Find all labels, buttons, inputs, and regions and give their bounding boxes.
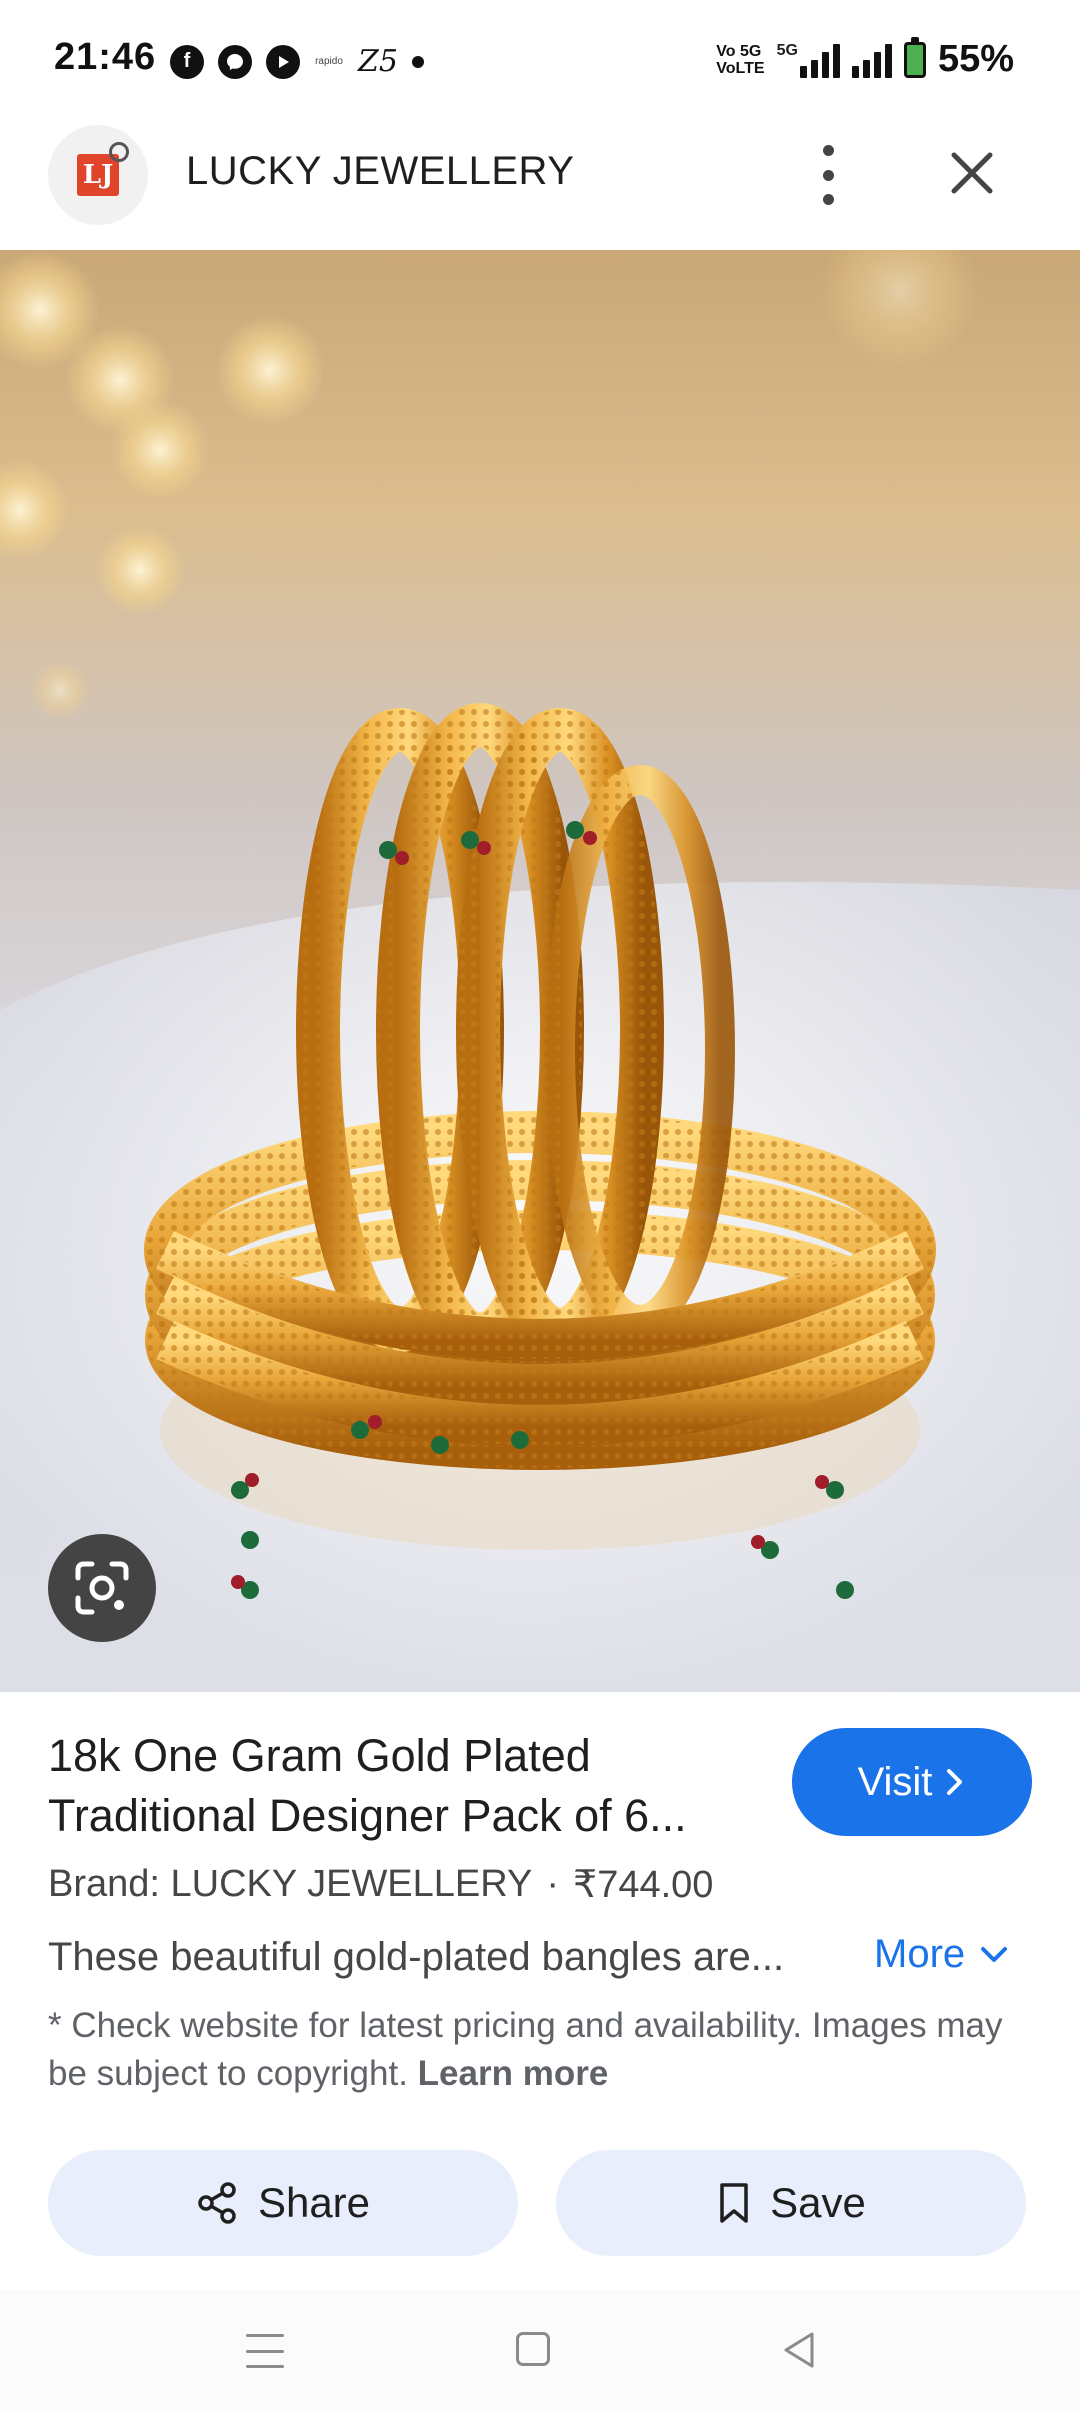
brand-label: Brand: LUCKY JEWELLERY	[48, 1863, 533, 1905]
bookmark-icon	[720, 2183, 748, 2223]
system-nav-bar	[0, 2290, 1080, 2412]
chevron-right-icon	[947, 1769, 963, 1795]
more-notifications-dot-icon	[411, 55, 424, 68]
status-right: Vo 5G VoLTE 5G 55%	[716, 36, 1014, 81]
share-label: Share	[257, 2179, 371, 2226]
lens-icon	[75, 1561, 129, 1615]
more-label: More	[874, 1932, 966, 1976]
more-button[interactable]: More	[874, 1932, 1009, 1977]
close-icon[interactable]	[944, 145, 1000, 201]
google-lens-button[interactable]	[48, 1534, 156, 1642]
separator: ·	[546, 1863, 560, 1905]
z5-icon: Z5	[358, 44, 398, 79]
share-icon	[198, 2182, 236, 2224]
site-title[interactable]: LUCKY JEWELLERY	[186, 149, 574, 194]
battery-percent: 55%	[937, 38, 1014, 80]
viewer-header: LJ LUCKY JEWELLERY	[0, 125, 1080, 250]
status-bar: 21:46 f rapido Z5 Vo 5G VoLTE 5G 55%	[0, 0, 1080, 125]
logo-mark: LJ	[77, 142, 129, 196]
messenger-icon	[218, 44, 252, 79]
disclaimer: * Check website for latest pricing and a…	[48, 2002, 1028, 2098]
home-icon[interactable]	[516, 2332, 550, 2366]
save-button[interactable]: Save	[556, 2150, 1026, 2256]
save-label: Save	[770, 2179, 866, 2226]
site-logo[interactable]: LJ	[48, 125, 148, 225]
ring-icon	[109, 142, 129, 162]
bangles-illustration	[0, 250, 1080, 1692]
signal-5g-icon: 5G	[777, 42, 840, 78]
share-button[interactable]: Share	[48, 2150, 518, 2256]
facebook-icon: f	[170, 44, 204, 79]
back-icon[interactable]	[780, 2330, 818, 2370]
product-description: These beautiful gold-plated bangles are.…	[48, 1935, 785, 1979]
battery-icon	[903, 36, 926, 78]
rapido-icon: rapido	[315, 56, 343, 67]
signal-icon	[851, 42, 892, 78]
notification-icons: f rapido Z5	[170, 44, 424, 79]
volte-icon: Vo 5G VoLTE	[716, 42, 765, 77]
youtube-icon	[266, 44, 300, 79]
chevron-down-icon	[981, 1946, 1008, 1962]
price: ₹744.00	[573, 1864, 714, 1906]
product-title[interactable]: 18k One Gram Gold Plated Traditional Des…	[48, 1726, 768, 1846]
visit-button[interactable]: Visit	[792, 1728, 1032, 1836]
brand-price-line: Brand: LUCKY JEWELLERY · ₹744.00	[48, 1862, 713, 1907]
recent-apps-icon[interactable]	[246, 2334, 284, 2368]
product-image[interactable]	[0, 250, 1080, 1692]
learn-more-link[interactable]: Learn more	[418, 2054, 609, 2093]
status-time: 21:46	[54, 36, 157, 78]
more-options-icon[interactable]	[810, 145, 846, 205]
visit-label: Visit	[857, 1759, 933, 1804]
